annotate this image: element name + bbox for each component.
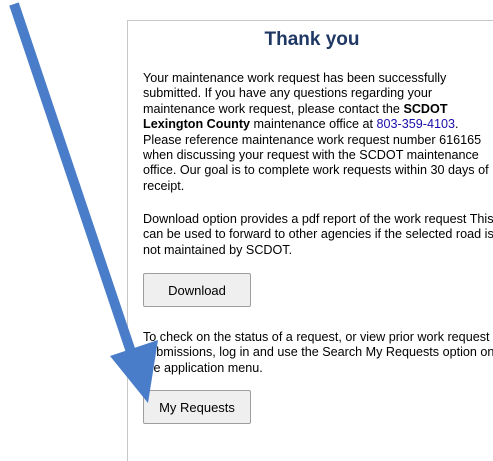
message-text-1: Your maintenance work request has been s…: [143, 71, 447, 116]
confirmation-message: Your maintenance work request has been s…: [143, 71, 493, 194]
status-info: To check on the status of a request, or …: [143, 330, 493, 375]
message-text-2: maintenance office at: [250, 117, 377, 132]
my-requests-button[interactable]: My Requests: [143, 390, 251, 424]
download-button[interactable]: Download: [143, 273, 251, 307]
arrow-shaft: [9, 2, 136, 354]
page-title: Thank you: [264, 29, 360, 50]
phone-link[interactable]: 803-359-4103: [377, 117, 455, 131]
download-info: Download option provides a pdf report of…: [143, 212, 493, 257]
